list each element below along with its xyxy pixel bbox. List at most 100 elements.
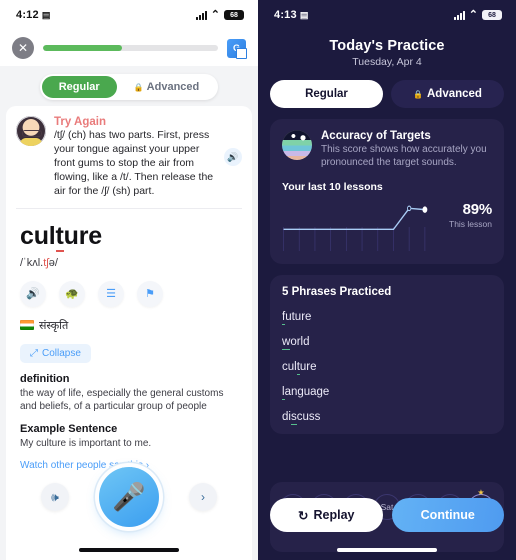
page-subtitle: Tuesday, Apr 4 bbox=[352, 56, 422, 68]
accuracy-card: Accuracy of Targets This score shows how… bbox=[270, 119, 504, 264]
ipa-after: ə/ bbox=[48, 256, 58, 269]
replay-button[interactable]: ↻ Replay bbox=[270, 498, 383, 532]
chevron-right-icon[interactable]: › bbox=[189, 483, 217, 511]
example-heading: Example Sentence bbox=[20, 422, 118, 435]
list-item[interactable]: world bbox=[282, 336, 492, 350]
collapse-button[interactable]: ⤢ Collapse bbox=[20, 343, 91, 363]
add-to-list-icon[interactable]: ☰ bbox=[98, 280, 124, 307]
feedback-panel: Try Again /tʃ/ (ch) has two parts. First… bbox=[16, 116, 242, 209]
feedback-text: /tʃ/ (ch) has two parts. First, press yo… bbox=[54, 129, 214, 197]
home-indicator-left bbox=[79, 548, 179, 552]
phrase-rest: orld bbox=[290, 336, 310, 348]
lesson-screen: 4:12 ▤ ⌃ 68 ✕ G Regular 🔒 Advanced Try A… bbox=[0, 0, 258, 560]
accuracy-line-chart bbox=[282, 197, 434, 253]
tab-regular[interactable]: Regular bbox=[270, 80, 383, 108]
word-after: ure bbox=[63, 221, 103, 250]
phrase-rest: ure bbox=[299, 361, 317, 373]
score-caption: This lesson bbox=[449, 219, 492, 229]
score-value: 89% bbox=[462, 201, 493, 218]
translation-text: संस्कृति bbox=[39, 319, 69, 332]
lock-icon: ▤ bbox=[41, 9, 51, 20]
microphone-icon[interactable]: 🎤 bbox=[99, 467, 159, 527]
tab-advanced[interactable]: 🔒 Advanced bbox=[391, 80, 504, 108]
chart-title: Your last 10 lessons bbox=[282, 181, 383, 193]
refresh-icon: ↻ bbox=[298, 508, 309, 523]
mode-tabs: Regular 🔒 Advanced bbox=[258, 68, 516, 108]
feedback-title: Try Again bbox=[54, 116, 106, 128]
summary-header: Today's Practice Tuesday, Apr 4 bbox=[258, 30, 516, 68]
list-item[interactable]: language bbox=[282, 386, 492, 400]
continue-button[interactable]: Continue bbox=[391, 498, 504, 532]
word-highlight: t bbox=[55, 221, 64, 252]
list-item[interactable]: culture bbox=[282, 361, 492, 375]
battery-icon: 68 bbox=[482, 10, 502, 20]
speaker-icon[interactable]: 🔊 bbox=[20, 280, 46, 307]
accuracy-title: Accuracy of Targets bbox=[321, 130, 431, 142]
status-indicators: ⌃ 68 bbox=[453, 9, 502, 21]
example-text: My culture is important to me. bbox=[20, 437, 152, 449]
accuracy-text-group: Accuracy of Targets This score shows how… bbox=[321, 130, 492, 169]
phrase-rest: anguage bbox=[284, 386, 330, 398]
phrases-title: 5 Phrases Practiced bbox=[282, 286, 392, 298]
feedback-body: Try Again /tʃ/ (ch) has two parts. First… bbox=[54, 116, 216, 199]
collapse-label: Collapse bbox=[42, 347, 81, 359]
status-time: 4:12 bbox=[16, 9, 39, 21]
home-indicator-right bbox=[337, 548, 437, 552]
phrases-card: 5 Phrases Practiced future world culture la… bbox=[270, 275, 504, 434]
accuracy-chart-svg bbox=[283, 205, 428, 251]
phrase-rest: uture bbox=[285, 311, 312, 323]
ipa-before: /ˈkʌl. bbox=[20, 256, 44, 269]
practice-summary-screen: 4:13 ▤ ⌃ 68 Today's Practice Tuesday, Ap… bbox=[258, 0, 516, 560]
lock-icon: 🔒 bbox=[413, 89, 423, 99]
cellular-icon bbox=[453, 10, 465, 20]
dual-screen-container: 4:12 ▤ ⌃ 68 ✕ G Regular 🔒 Advanced Try A… bbox=[0, 0, 516, 560]
battery-icon: 68 bbox=[224, 10, 244, 20]
list-item[interactable]: future bbox=[282, 311, 492, 325]
list-item[interactable]: discuss bbox=[282, 411, 492, 425]
status-time: 4:13 bbox=[274, 9, 297, 21]
page-title: Today's Practice bbox=[329, 38, 445, 54]
collapse-icon: ⤢ bbox=[30, 347, 38, 359]
definition-block: definition the way of life, especially t… bbox=[16, 363, 242, 451]
wifi-icon: ⌃ bbox=[210, 8, 220, 21]
tab-advanced-label: Advanced bbox=[146, 81, 200, 93]
phrase-prefix: cul bbox=[282, 361, 297, 373]
definition-text: the way of life, especially the general … bbox=[20, 387, 224, 413]
lesson-content: Regular 🔒 Advanced Try Again /tʃ/ (ch) h… bbox=[0, 66, 258, 560]
speaker-icon[interactable]: 🔊 bbox=[224, 148, 242, 167]
phrase-prefix: di bbox=[282, 411, 291, 423]
word-action-icons: 🔊 🐢 ☰ ⚑ bbox=[16, 269, 242, 307]
status-bar-right: 4:13 ▤ ⌃ 68 bbox=[258, 0, 516, 30]
star-icon: ★ bbox=[477, 488, 485, 497]
score-box: 89% This lesson bbox=[440, 197, 492, 229]
word-block: culture /ˈkʌl.tʃə/ bbox=[16, 209, 242, 269]
flag-icon[interactable]: ⚑ bbox=[137, 280, 163, 307]
tab-advanced-label: Advanced bbox=[427, 88, 482, 100]
mode-segmented-control: Regular 🔒 Advanced bbox=[39, 74, 219, 100]
word-before: cul bbox=[20, 221, 56, 250]
lesson-progress-bar bbox=[43, 45, 218, 51]
slow-speaker-icon[interactable]: 🐢 bbox=[59, 280, 85, 307]
mode-segmented-control-wrap: Regular 🔒 Advanced bbox=[0, 66, 258, 106]
lesson-top-bar: ✕ G bbox=[0, 30, 258, 66]
tab-regular[interactable]: Regular bbox=[41, 76, 117, 98]
india-flag-icon bbox=[20, 320, 34, 331]
accuracy-description: This score shows how accurately you pron… bbox=[321, 144, 487, 168]
landscape-thumbnail-icon bbox=[282, 130, 312, 160]
status-indicators: ⌃ 68 bbox=[195, 8, 244, 21]
status-time-group: 4:12 ▤ bbox=[16, 9, 51, 21]
close-icon[interactable]: ✕ bbox=[12, 37, 34, 59]
status-bar-left: 4:12 ▤ ⌃ 68 bbox=[0, 0, 258, 30]
cellular-icon bbox=[195, 10, 207, 20]
tab-advanced[interactable]: 🔒 Advanced bbox=[117, 76, 217, 98]
replay-audio-icon[interactable]: 🕪 bbox=[41, 483, 69, 511]
replay-label: Replay bbox=[313, 508, 355, 522]
summary-actions: ↻ Replay Continue bbox=[270, 498, 504, 532]
target-word: culture bbox=[20, 221, 238, 252]
lock-icon: 🔒 bbox=[133, 82, 144, 92]
translate-icon[interactable]: G bbox=[227, 38, 247, 59]
status-time-group: 4:13 ▤ bbox=[274, 9, 309, 21]
recording-controls: 🕪 🎤 › bbox=[0, 462, 258, 532]
chart-zone: 89% This lesson bbox=[282, 197, 492, 253]
phrase-rest: cuss bbox=[296, 411, 321, 423]
